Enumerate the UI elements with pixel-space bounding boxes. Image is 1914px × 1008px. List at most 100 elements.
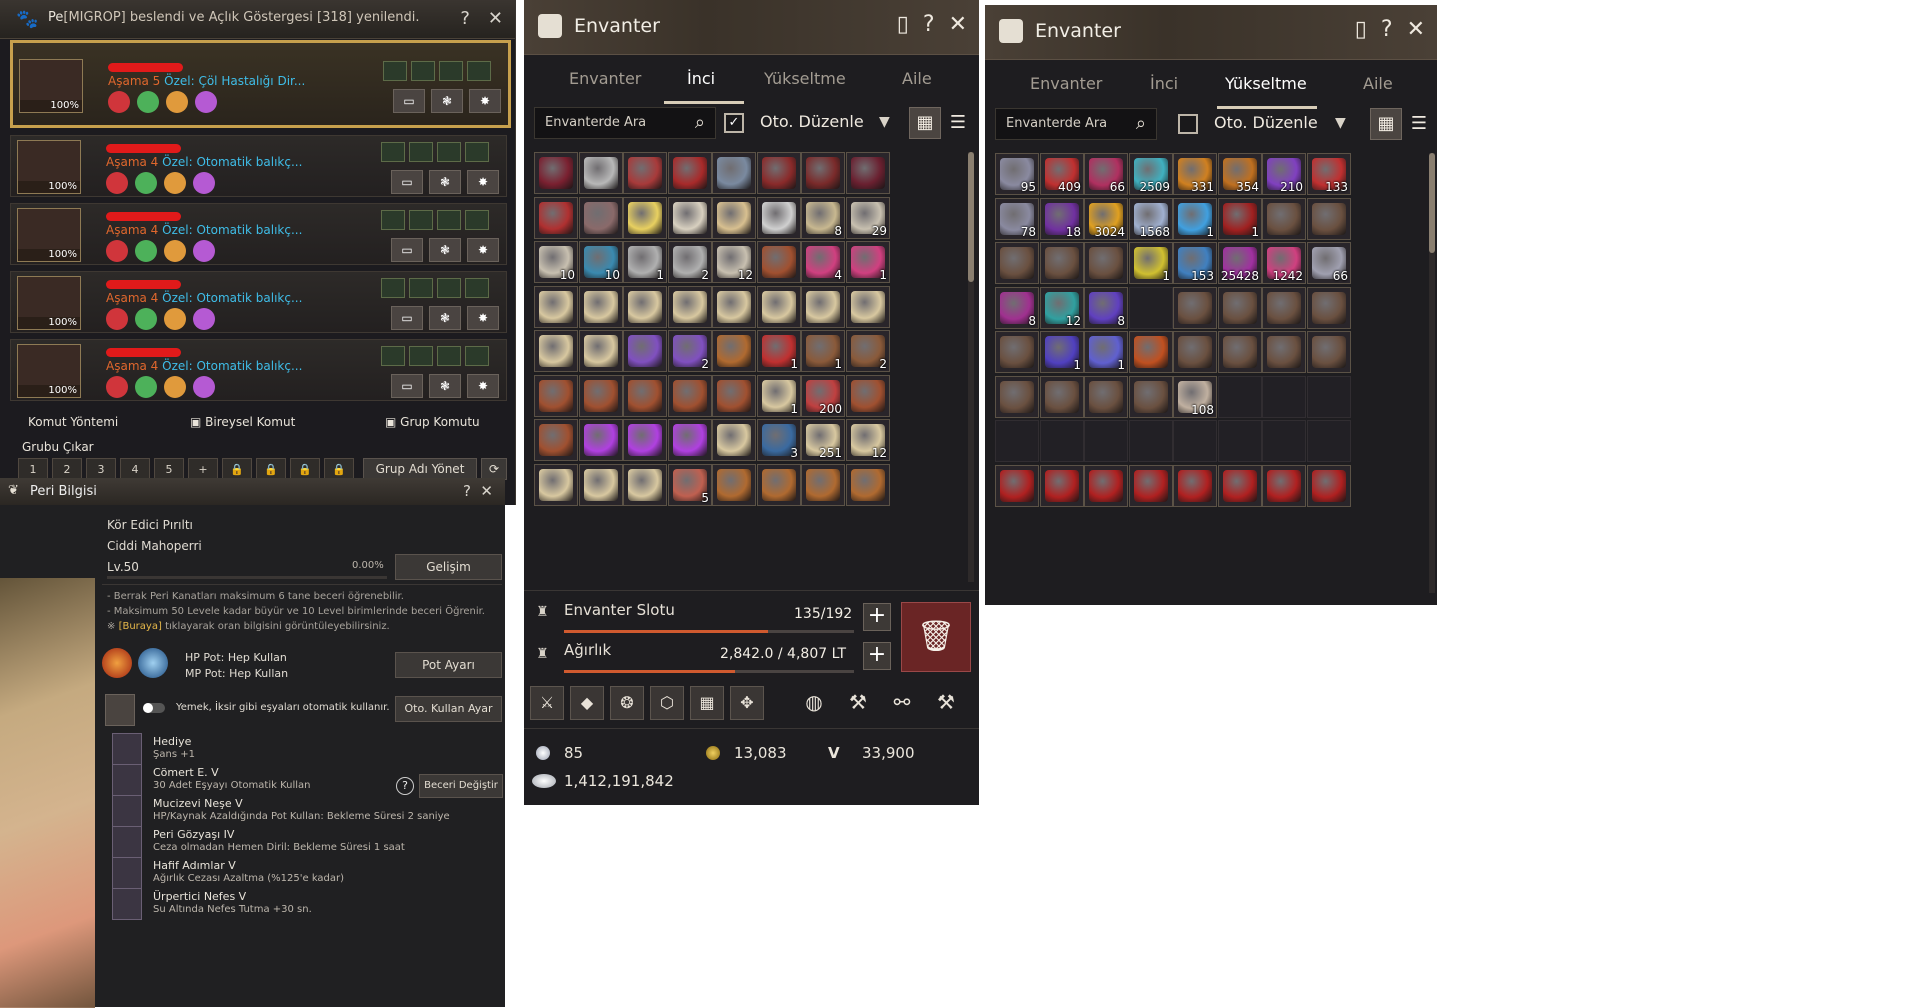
tab-yukseltme[interactable]: Yükseltme [1225, 74, 1307, 93]
inventory-item-slot[interactable]: 8 [801, 197, 845, 239]
empty-slot[interactable] [1262, 376, 1306, 418]
inventory-item-slot[interactable]: 3 [757, 419, 801, 461]
inventory-item-slot[interactable] [1218, 465, 1262, 507]
inventory-item-slot[interactable] [1129, 331, 1173, 373]
help-icon[interactable]: ? [923, 12, 935, 37]
search-input[interactable]: Envanterde Ara ⌕ [534, 107, 716, 139]
empty-slot[interactable] [1218, 376, 1262, 418]
inventory-item-slot[interactable] [534, 152, 578, 194]
inventory-item-slot[interactable]: 108 [1173, 376, 1217, 418]
inventory-item-slot[interactable]: 1 [1040, 331, 1084, 373]
close-icon[interactable]: ✕ [488, 8, 503, 29]
inventory-item-slot[interactable] [1040, 465, 1084, 507]
inventory-item-slot[interactable] [1173, 287, 1217, 329]
unseal-button[interactable]: ✸ [467, 306, 499, 330]
chevron-down-icon[interactable]: ▼ [879, 114, 890, 130]
inventory-item-slot[interactable] [1218, 331, 1262, 373]
unseal-button[interactable]: ✸ [467, 238, 499, 262]
inventory-item-slot[interactable]: 3024 [1084, 198, 1128, 240]
inventory-item-slot[interactable]: 210 [1262, 153, 1306, 195]
link-icon[interactable]: ⚯ [886, 686, 918, 718]
empty-slot[interactable] [1084, 420, 1128, 462]
inventory-item-slot[interactable]: 1 [623, 241, 667, 283]
search-input[interactable]: Envanterde Ara ⌕ [995, 108, 1157, 140]
inventory-item-slot[interactable] [712, 419, 756, 461]
tab-aile[interactable]: Aile [902, 69, 932, 88]
auto-sort-dropdown[interactable]: Oto. Düzenle [1214, 113, 1318, 132]
inventory-item-slot[interactable]: 1 [757, 330, 801, 372]
inventory-item-slot[interactable] [801, 286, 845, 328]
tab-yukseltme[interactable]: Yükseltme [764, 69, 846, 88]
inventory-item-slot[interactable] [846, 152, 890, 194]
inventory-item-slot[interactable] [534, 330, 578, 372]
inventory-item-slot[interactable] [1262, 331, 1306, 373]
unseal-button[interactable]: ✸ [467, 374, 499, 398]
inventory-item-slot[interactable] [534, 375, 578, 417]
close-icon[interactable]: ✕ [1407, 17, 1425, 42]
inventory-item-slot[interactable] [1173, 465, 1217, 507]
food-button[interactable]: ▭ [391, 306, 423, 330]
inventory-item-slot[interactable] [534, 419, 578, 461]
inventory-item-slot[interactable]: 8 [1084, 287, 1128, 329]
globe-icon[interactable]: ◍ [798, 686, 830, 718]
food-button[interactable]: ▭ [393, 89, 425, 113]
inventory-item-slot[interactable] [1084, 465, 1128, 507]
inventory-item-slot[interactable] [623, 419, 667, 461]
document-icon[interactable]: ▯ [897, 12, 909, 37]
inventory-item-slot[interactable] [801, 464, 845, 506]
close-icon[interactable]: ✕ [480, 482, 493, 500]
inventory-item-slot[interactable]: 153 [1173, 242, 1217, 284]
inventory-item-slot[interactable] [668, 152, 712, 194]
inventory-item-slot[interactable] [623, 464, 667, 506]
empty-slot[interactable] [1040, 420, 1084, 462]
inventory-item-slot[interactable] [995, 242, 1039, 284]
inventory-item-slot[interactable]: 354 [1218, 153, 1262, 195]
pet-card[interactable]: 100% Aşama 4 Özel: Otomatik balıkç... ▭ ❃ ✸ [10, 203, 507, 265]
inventory-item-slot[interactable]: 1 [1084, 331, 1128, 373]
inventory-item-slot[interactable]: 200 [801, 375, 845, 417]
empty-slot[interactable] [1307, 376, 1351, 418]
food-button[interactable]: ▭ [391, 238, 423, 262]
hammer-icon[interactable]: ⚒ [842, 686, 874, 718]
inventory-item-slot[interactable]: 133 [1307, 153, 1351, 195]
inventory-item-slot[interactable] [1262, 287, 1306, 329]
scrollbar-thumb[interactable] [968, 152, 974, 282]
inventory-item-slot[interactable] [534, 286, 578, 328]
scrollbar-thumb[interactable] [1429, 153, 1435, 253]
tab-inci[interactable]: İnci [687, 69, 715, 88]
inventory-titlebar[interactable]: Envanter ▯ ? ✕ [985, 5, 1437, 60]
inventory-item-slot[interactable] [579, 197, 623, 239]
inventory-item-slot[interactable] [846, 464, 890, 506]
inventory-item-slot[interactable] [801, 152, 845, 194]
grid-view-button[interactable]: ▦ [1370, 108, 1402, 140]
inventory-item-slot[interactable] [757, 241, 801, 283]
inventory-item-slot[interactable] [579, 286, 623, 328]
inventory-item-slot[interactable] [1084, 242, 1128, 284]
inventory-item-slot[interactable]: 25428 [1218, 242, 1262, 284]
inventory-item-slot[interactable] [995, 331, 1039, 373]
inventory-item-slot[interactable]: 1 [846, 241, 890, 283]
inventory-item-slot[interactable] [1307, 287, 1351, 329]
inventory-item-slot[interactable]: 331 [1173, 153, 1217, 195]
inventory-item-slot[interactable] [1307, 465, 1351, 507]
add-slot-button[interactable]: + [863, 603, 891, 631]
pet-card[interactable]: 100% Aşama 4 Özel: Otomatik balıkç... ▭ ❃ ✸ [10, 135, 507, 197]
crystal-icon[interactable]: ⬡ [650, 686, 684, 720]
inventory-item-slot[interactable]: 2 [668, 330, 712, 372]
inventory-item-slot[interactable]: 1568 [1129, 198, 1173, 240]
inventory-item-slot[interactable]: 2509 [1129, 153, 1173, 195]
empty-slot[interactable] [1173, 420, 1217, 462]
inventory-item-slot[interactable] [757, 286, 801, 328]
inventory-item-slot[interactable] [757, 464, 801, 506]
empty-slot[interactable] [1129, 420, 1173, 462]
inventory-item-slot[interactable] [1173, 331, 1217, 373]
inventory-item-slot[interactable] [534, 197, 578, 239]
inventory-item-slot[interactable]: 1242 [1262, 242, 1306, 284]
pot-ayari-button[interactable]: Pot Ayarı [395, 652, 502, 678]
inventory-item-slot[interactable] [1218, 287, 1262, 329]
inventory-item-slot[interactable]: 10 [579, 241, 623, 283]
scrollbar[interactable] [968, 152, 974, 582]
inventory-item-slot[interactable] [1040, 242, 1084, 284]
inventory-item-slot[interactable] [668, 375, 712, 417]
auto-use-toggle[interactable] [143, 703, 165, 713]
